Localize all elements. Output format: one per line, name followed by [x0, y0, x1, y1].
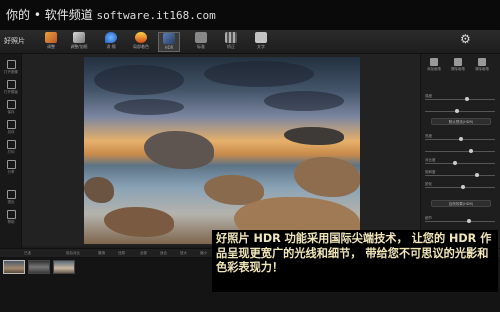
- sidebar-item-open-template[interactable]: 打开模板: [3, 80, 19, 95]
- tool-hdr[interactable]: HDR: [158, 32, 180, 52]
- tool-adjust[interactable]: 调整: [40, 32, 62, 52]
- sidebar-item-save[interactable]: 保存: [3, 100, 19, 115]
- site-url: software.it168.com: [96, 9, 216, 22]
- square-icon: [195, 32, 207, 43]
- bb-selected[interactable]: 已选: [24, 251, 31, 256]
- site-name: 你的 • 软件频道: [6, 8, 93, 22]
- eraser-icon: [454, 58, 462, 66]
- sidebar-item-help[interactable]: 帮助: [3, 210, 19, 225]
- app-logo: 好照片: [4, 37, 25, 45]
- slider-4[interactable]: [425, 146, 497, 154]
- slider-contrast[interactable]: 对比度: [425, 158, 497, 166]
- filmstrip-thumb[interactable]: [28, 260, 50, 274]
- preset-natural-hdr[interactable]: 自然效果(HDR): [431, 200, 491, 207]
- site-title: 你的 • 软件频道 software.it168.com: [6, 6, 216, 23]
- tool-frame[interactable]: 调整/加框: [68, 32, 90, 52]
- slider-strength[interactable]: 强度: [425, 94, 497, 102]
- promo-caption: 好照片 HDR 功能采用国际尖端技术， 让您的 HDR 作品呈现更宽广的光线和细…: [212, 230, 498, 292]
- sidebar-item-exit[interactable]: 退出: [3, 190, 19, 205]
- bb-zoom-in[interactable]: 放大: [180, 251, 187, 256]
- right-panel: 添加画笔 擦除画笔 清除画笔 强度 默认预设(HDR) 亮度 对比度 饱和度 锐…: [420, 54, 500, 248]
- sidebar-item-open-image[interactable]: 打开图像: [3, 60, 19, 75]
- flame-icon: [135, 32, 147, 43]
- bb-zoom-out[interactable]: 缩小: [200, 251, 207, 256]
- filmstrip-thumb[interactable]: [53, 260, 75, 274]
- template-icon: [6, 80, 16, 89]
- erase-brush-button[interactable]: 擦除画笔: [449, 58, 467, 72]
- preset-default-hdr[interactable]: 默认预设(HDR): [431, 118, 491, 125]
- hdr-photo: [84, 57, 360, 244]
- print-icon: [6, 140, 16, 149]
- hdr-icon: [163, 33, 175, 44]
- site-header: 你的 • 软件频道 software.it168.com: [0, 0, 500, 30]
- bb-redo[interactable]: 还原: [118, 251, 125, 256]
- tool-blur[interactable]: 消 隔: [100, 32, 122, 52]
- droplet-icon: [105, 32, 117, 43]
- exit-icon: [6, 190, 16, 199]
- save-icon: [6, 100, 16, 109]
- pencil-icon: [45, 32, 57, 43]
- slider-saturation[interactable]: 饱和度: [425, 170, 497, 178]
- bb-fit[interactable]: 适合: [160, 251, 167, 256]
- save-as-icon: [6, 120, 16, 129]
- clear-brush-button[interactable]: 清除画笔: [473, 58, 491, 72]
- brush-icon: [430, 58, 438, 66]
- sidebar-item-save-as[interactable]: 另存: [3, 120, 19, 135]
- toolbar: 好照片 调整 调整/加框 消 隔 局部着色 HDR 标准 矫正 文字 ⚙: [0, 30, 500, 54]
- add-brush-button[interactable]: 添加画笔: [425, 58, 443, 72]
- gear-icon[interactable]: ⚙: [460, 33, 472, 45]
- tool-correct[interactable]: 矫正: [220, 32, 242, 52]
- folder-icon: [6, 60, 16, 69]
- clear-icon: [478, 58, 486, 66]
- sidebar: 打开图像 打开模板 保存 另存 打印 分享 退出 帮助: [0, 54, 22, 248]
- share-icon: [6, 160, 16, 169]
- sidebar-item-print[interactable]: 打印: [3, 140, 19, 155]
- brush-icon: [73, 32, 85, 43]
- filmstrip-thumb[interactable]: [3, 260, 25, 274]
- bb-compare[interactable]: 前后对比: [66, 251, 80, 256]
- slider-sharpen[interactable]: 锐化: [425, 182, 497, 190]
- tool-text[interactable]: 文字: [250, 32, 272, 52]
- tool-standard[interactable]: 标准: [190, 32, 212, 52]
- slider-brightness[interactable]: 亮度: [425, 134, 497, 142]
- bb-undo[interactable]: 撤销: [98, 251, 105, 256]
- text-icon: [255, 32, 267, 43]
- tool-color-splash[interactable]: 局部着色: [130, 32, 152, 52]
- help-icon: [6, 210, 16, 219]
- bb-all[interactable]: 全部: [140, 251, 147, 256]
- slider-detail[interactable]: 细节: [425, 216, 497, 224]
- slider-2[interactable]: [425, 106, 497, 114]
- grid-icon: [225, 32, 237, 43]
- promo-caption-text: 好照片 HDR 功能采用国际尖端技术， 让您的 HDR 作品呈现更宽广的光线和细…: [216, 232, 492, 274]
- sidebar-item-share[interactable]: 分享: [3, 160, 19, 175]
- image-canvas[interactable]: [22, 54, 420, 246]
